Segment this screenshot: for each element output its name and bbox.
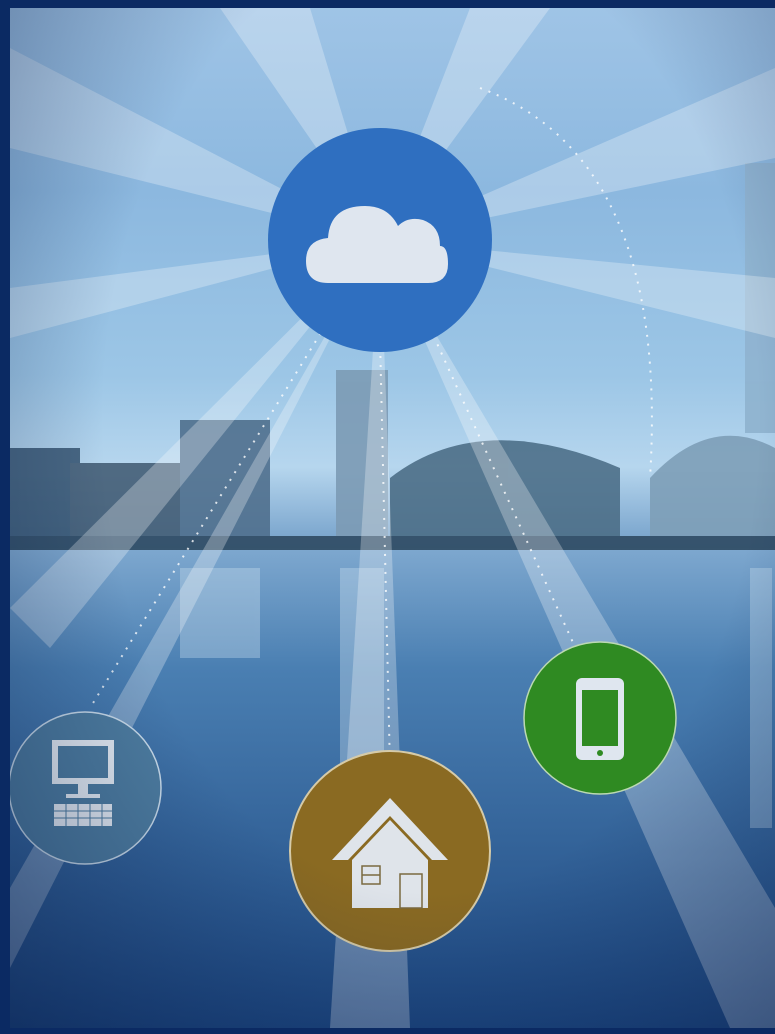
home-icon (289, 750, 491, 952)
scene-graphic (10, 8, 775, 1028)
desktop-computer-icon (10, 711, 162, 865)
cloud-icon (268, 128, 492, 352)
smart-city-illustration (10, 8, 775, 1028)
smartphone-icon (523, 641, 677, 795)
image-frame (0, 0, 775, 1034)
